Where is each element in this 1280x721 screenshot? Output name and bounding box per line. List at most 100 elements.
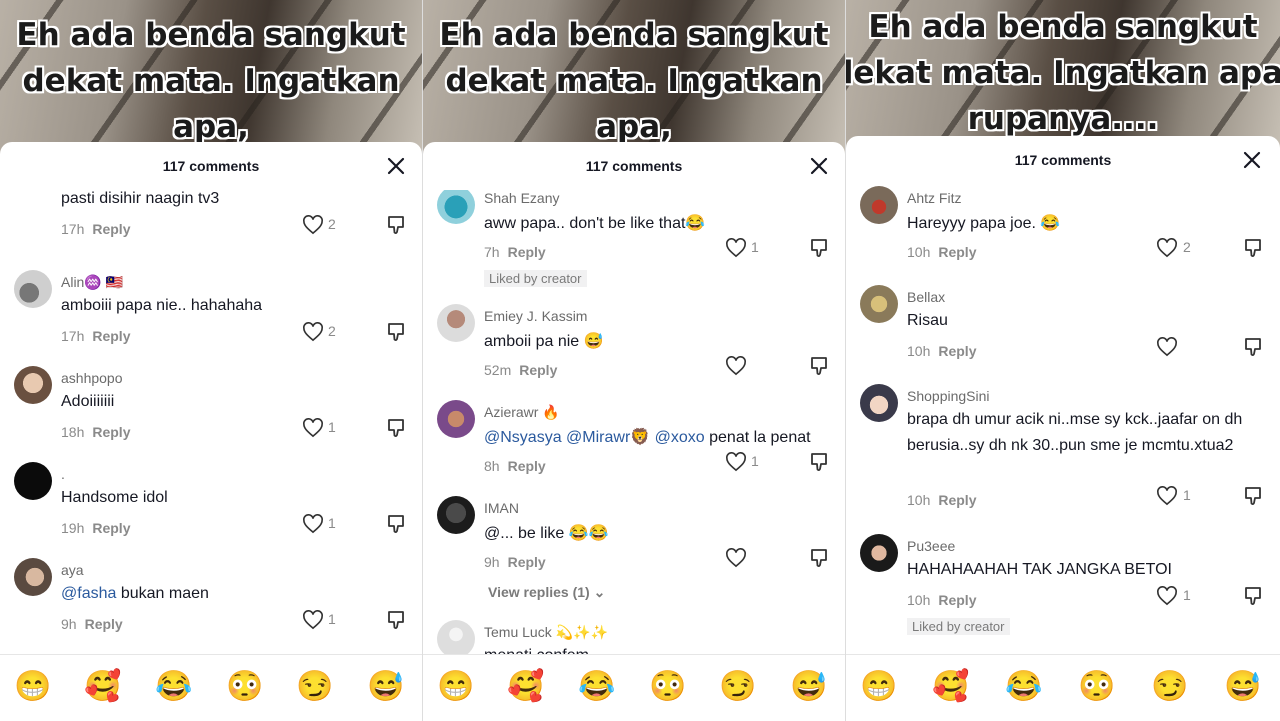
comment-author[interactable]: Temu Luck 💫✨✨ (484, 624, 608, 641)
emoji-sweat-smile[interactable]: 😅 (1224, 668, 1261, 706)
comments-header: 117 comments (423, 142, 845, 190)
emoji-tears-of-joy[interactable]: 😂 (578, 668, 615, 706)
like-heart-icon[interactable] (1156, 586, 1178, 606)
comment-author[interactable]: IMAN (484, 500, 519, 516)
like-heart-icon[interactable] (725, 238, 747, 258)
like-heart-icon[interactable] (302, 418, 324, 438)
avatar[interactable] (14, 366, 52, 404)
emoji-smirk[interactable]: 😏 (1151, 668, 1188, 706)
dislike-icon[interactable] (809, 452, 829, 472)
like-heart-icon[interactable] (302, 610, 324, 630)
dislike-icon[interactable] (386, 610, 406, 630)
comment-meta: 8h Reply (484, 458, 546, 474)
dislike-icon[interactable] (386, 215, 406, 235)
reply-button[interactable]: Reply (938, 343, 976, 359)
dislike-icon[interactable] (1243, 486, 1263, 506)
avatar[interactable] (14, 270, 52, 308)
comment-list[interactable]: Shah Ezany aww papa.. don't be like that… (423, 190, 845, 655)
emoji-grin[interactable]: 😁 (860, 668, 897, 706)
avatar[interactable] (860, 384, 898, 422)
dislike-icon[interactable] (1243, 586, 1263, 606)
dislike-icon[interactable] (386, 418, 406, 438)
mention-link[interactable]: @fasha (61, 585, 116, 602)
comment-time: 52m (484, 362, 512, 378)
emoji-flushed[interactable]: 😳 (226, 668, 263, 706)
close-icon[interactable] (807, 154, 831, 178)
emoji-smiling-hearts[interactable]: 🥰 (932, 668, 969, 706)
reply-button[interactable]: Reply (92, 328, 130, 344)
like-heart-icon[interactable] (725, 452, 747, 472)
comment-author[interactable]: ShoppingSini (907, 388, 990, 404)
reply-button[interactable]: Reply (85, 616, 123, 632)
like-heart-icon[interactable] (725, 356, 747, 376)
avatar[interactable] (14, 462, 52, 500)
reply-button[interactable]: Reply (92, 520, 130, 536)
comment-author[interactable]: ashhpopo (61, 370, 123, 386)
emoji-smirk[interactable]: 😏 (719, 668, 756, 706)
reply-button[interactable]: Reply (508, 554, 546, 570)
dislike-icon[interactable] (809, 548, 829, 568)
comment-author[interactable]: Pu3eee (907, 538, 955, 554)
dislike-icon[interactable] (1243, 238, 1263, 258)
dislike-icon[interactable] (1243, 337, 1263, 357)
like-heart-icon[interactable] (302, 322, 324, 342)
avatar[interactable] (437, 190, 475, 224)
emoji-grin[interactable]: 😁 (437, 668, 474, 706)
dislike-icon[interactable] (809, 356, 829, 376)
dislike-icon[interactable] (386, 322, 406, 342)
avatar[interactable] (14, 558, 52, 596)
comment-author[interactable]: . (61, 466, 65, 482)
like-count: 1 (751, 239, 759, 255)
mention-link[interactable]: @Nsyasya @Mirawr🦁 @xoxo (484, 429, 705, 446)
close-icon[interactable] (1240, 148, 1264, 172)
like-heart-icon[interactable] (1156, 337, 1178, 357)
reply-button[interactable]: Reply (508, 244, 546, 260)
comment-author[interactable]: Azierawr 🔥 (484, 404, 560, 421)
like-heart-icon[interactable] (302, 514, 324, 534)
comment-author[interactable]: Alin♒ 🇲🇾 (61, 274, 123, 291)
reply-button[interactable]: Reply (938, 244, 976, 260)
comment-author[interactable]: aya (61, 562, 84, 578)
close-icon[interactable] (384, 154, 408, 178)
avatar[interactable] (860, 534, 898, 572)
emoji-smiling-hearts[interactable]: 🥰 (84, 668, 121, 706)
like-heart-icon[interactable] (302, 215, 324, 235)
comment-author[interactable]: Emiey J. Kassim (484, 308, 587, 324)
reply-button[interactable]: Reply (92, 424, 130, 440)
emoji-sweat-smile[interactable]: 😅 (790, 668, 827, 706)
emoji-grin[interactable]: 😁 (14, 668, 51, 706)
avatar[interactable] (437, 304, 475, 342)
avatar[interactable] (437, 620, 475, 655)
view-replies-button[interactable]: View replies (1) ⌄ (488, 584, 605, 601)
reply-button[interactable]: Reply (519, 362, 557, 378)
like-heart-icon[interactable] (1156, 238, 1178, 258)
comments-header: 117 comments (0, 142, 422, 190)
avatar[interactable] (860, 285, 898, 323)
reply-button[interactable]: Reply (938, 592, 976, 608)
avatar[interactable] (860, 186, 898, 224)
emoji-tears-of-joy[interactable]: 😂 (1005, 668, 1042, 706)
emoji-smiling-hearts[interactable]: 🥰 (507, 668, 544, 706)
comment-meta: 19h Reply (61, 520, 130, 536)
dislike-icon[interactable] (809, 238, 829, 258)
reply-button[interactable]: Reply (508, 458, 546, 474)
emoji-sweat-smile[interactable]: 😅 (367, 668, 404, 706)
avatar[interactable] (437, 400, 475, 438)
comment-author[interactable]: Bellax (907, 289, 945, 305)
reply-button[interactable]: Reply (938, 492, 976, 508)
comment-author[interactable]: Ahtz Fitz (907, 190, 961, 206)
comment-item: IMAN @... be like 😂😂 9h Reply (423, 496, 845, 592)
like-heart-icon[interactable] (1156, 486, 1178, 506)
dislike-icon[interactable] (386, 514, 406, 534)
emoji-flushed[interactable]: 😳 (1078, 668, 1115, 706)
emoji-flushed[interactable]: 😳 (649, 668, 686, 706)
reply-button[interactable]: Reply (92, 221, 130, 237)
emoji-smirk[interactable]: 😏 (296, 668, 333, 706)
comment-list[interactable]: Ahtz Fitz Hareyyy papa joe. 😂 10h Reply 2… (846, 178, 1280, 655)
like-heart-icon[interactable] (725, 548, 747, 568)
comment-list[interactable]: pasti disihir naagin tv3 17h Reply 2 Alin… (0, 190, 422, 655)
comment-time: 17h (61, 221, 85, 237)
comment-author[interactable]: Shah Ezany (484, 190, 560, 206)
emoji-tears-of-joy[interactable]: 😂 (155, 668, 192, 706)
avatar[interactable] (437, 496, 475, 534)
